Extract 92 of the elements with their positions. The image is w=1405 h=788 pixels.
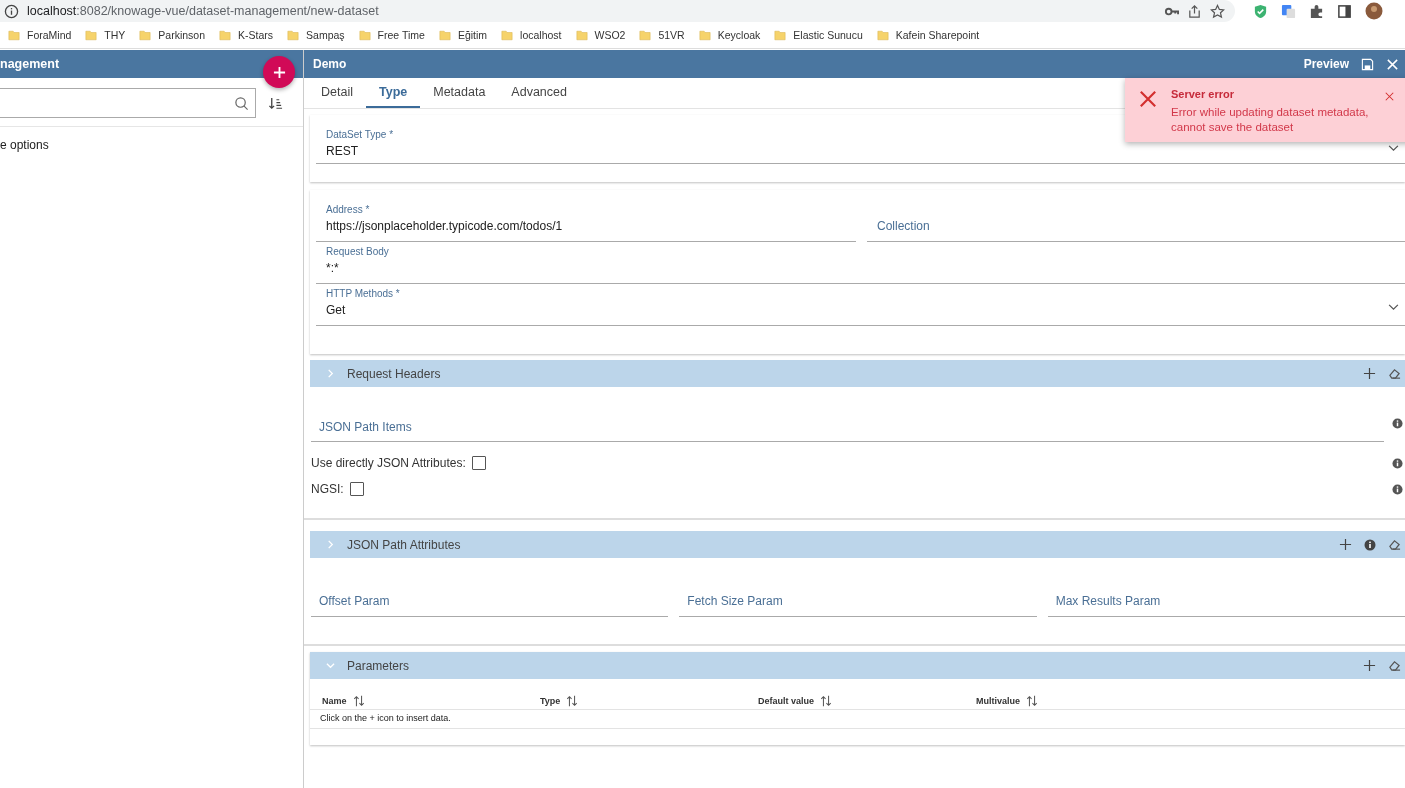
folder-icon: [287, 29, 300, 41]
plus-icon[interactable]: [1339, 538, 1352, 551]
folder-icon: [219, 29, 232, 41]
column-header[interactable]: Name: [322, 695, 540, 707]
plus-icon[interactable]: [1363, 367, 1376, 380]
eraser-icon[interactable]: [1388, 538, 1401, 551]
toast-title: Server error: [1171, 88, 1235, 100]
sort-icon: [566, 695, 579, 707]
sidebar-icon[interactable]: [1337, 3, 1352, 19]
select-field[interactable]: HTTP Methods * Get: [316, 284, 1405, 326]
bookmark[interactable]: Keycloak: [698, 29, 761, 41]
folder-icon: [139, 29, 152, 41]
accordion-title: Parameters: [347, 658, 410, 673]
folder-icon: [774, 29, 787, 41]
bookmark[interactable]: K-Stars: [219, 29, 274, 41]
share-icon[interactable]: [1187, 3, 1202, 19]
sort-icon: [1026, 695, 1038, 707]
bookmark[interactable]: Eğitim: [438, 29, 488, 41]
folder-icon: [639, 29, 652, 41]
bookmark[interactable]: Free Time: [358, 29, 425, 41]
info-icon[interactable]: [1392, 483, 1403, 495]
error-icon: [1139, 90, 1157, 108]
add-button[interactable]: [263, 56, 295, 88]
eraser-icon[interactable]: [1388, 659, 1401, 672]
url-text: localhost:8082/knowage-vue/dataset-management/new-dataset: [27, 4, 379, 18]
eraser-icon[interactable]: [1388, 367, 1401, 380]
empty-message: Click on the + icon to insert data.: [310, 710, 1405, 729]
list-item-text: e options: [0, 138, 49, 152]
search-field[interactable]: [0, 88, 256, 118]
shield-icon[interactable]: [1253, 3, 1268, 19]
address-bar[interactable]: localhost:8082/knowage-vue/dataset-management/new-dataset: [0, 0, 1235, 22]
folder-icon: [575, 29, 588, 41]
folder-icon: [501, 29, 514, 41]
column-header[interactable]: Type: [540, 695, 758, 707]
input-field[interactable]: JSON Path Items: [311, 405, 1384, 442]
folder-icon: [438, 29, 451, 41]
chevron-down-icon: [1388, 304, 1399, 311]
star-icon[interactable]: [1210, 3, 1225, 19]
sort-icon: [820, 695, 833, 707]
folder-icon: [358, 29, 371, 41]
accordion-header[interactable]: Request Headers: [310, 360, 1405, 387]
sort-icon: [352, 695, 365, 707]
tab[interactable]: Type: [365, 78, 421, 108]
input-field[interactable]: Collection: [867, 200, 1405, 242]
info-icon[interactable]: [1364, 538, 1376, 551]
tab[interactable]: Metadata: [420, 78, 499, 108]
bookmark[interactable]: Kafein Sharepoint: [876, 29, 980, 41]
preview-button[interactable]: Preview: [1303, 57, 1349, 71]
bookmark[interactable]: Elastic Sunucu: [774, 29, 863, 41]
input-field[interactable]: Address * https://jsonplaceholder.typicode.com/todos/1: [316, 200, 856, 242]
bookmark[interactable]: 51VR: [639, 29, 685, 41]
folder-icon: [85, 29, 98, 41]
input-field[interactable]: Offset Param: [311, 580, 669, 617]
search-icon: [234, 95, 249, 111]
checkbox[interactable]: [471, 456, 486, 470]
bookmark[interactable]: WSO2: [575, 29, 626, 41]
plus-icon: [272, 65, 286, 79]
input-field[interactable]: Max Results Param: [1047, 580, 1405, 617]
column-header[interactable]: Default value: [758, 695, 976, 707]
save-icon[interactable]: [1361, 57, 1374, 71]
sort-icon[interactable]: [268, 95, 283, 111]
folder-icon: [876, 29, 889, 41]
input-field[interactable]: Fetch Size Param: [679, 580, 1037, 617]
bookmark[interactable]: THY: [85, 29, 126, 41]
column-header[interactable]: Multivalue: [976, 695, 1194, 707]
bookmark[interactable]: Parkinson: [139, 29, 206, 41]
folder-icon: [698, 29, 711, 41]
info-icon[interactable]: [1392, 457, 1403, 469]
translate-icon[interactable]: [1281, 3, 1296, 19]
bookmark[interactable]: localhost: [501, 29, 562, 41]
accordion-header[interactable]: Parameters: [310, 652, 1405, 679]
accordion-title: Request Headers: [347, 366, 441, 381]
plus-icon[interactable]: [1363, 659, 1376, 672]
checkbox-label: Use directly JSON Attributes:: [311, 456, 466, 470]
checkbox-label: NGSI:: [311, 482, 344, 496]
input-field[interactable]: Request Body *:*: [316, 242, 1405, 284]
tab[interactable]: Detail: [308, 78, 366, 108]
close-icon[interactable]: [1385, 92, 1394, 101]
info-icon[interactable]: [1392, 418, 1403, 429]
chevron-down-icon: [1388, 145, 1399, 152]
accordion-header[interactable]: JSON Path Attributes: [310, 531, 1405, 558]
puzzle-icon[interactable]: [1309, 3, 1324, 19]
accordion-title: JSON Path Attributes: [347, 537, 461, 552]
panel-title: Demo: [313, 57, 347, 71]
panel-title: nagement: [0, 57, 60, 71]
tab[interactable]: Advanced: [498, 78, 580, 108]
folder-icon: [8, 29, 20, 41]
avatar-icon[interactable]: [1365, 2, 1383, 20]
bookmark[interactable]: Sampaş: [287, 29, 345, 41]
info-icon: [4, 3, 19, 19]
checkbox[interactable]: [349, 482, 364, 496]
bookmark[interactable]: ForaMind: [8, 29, 72, 41]
